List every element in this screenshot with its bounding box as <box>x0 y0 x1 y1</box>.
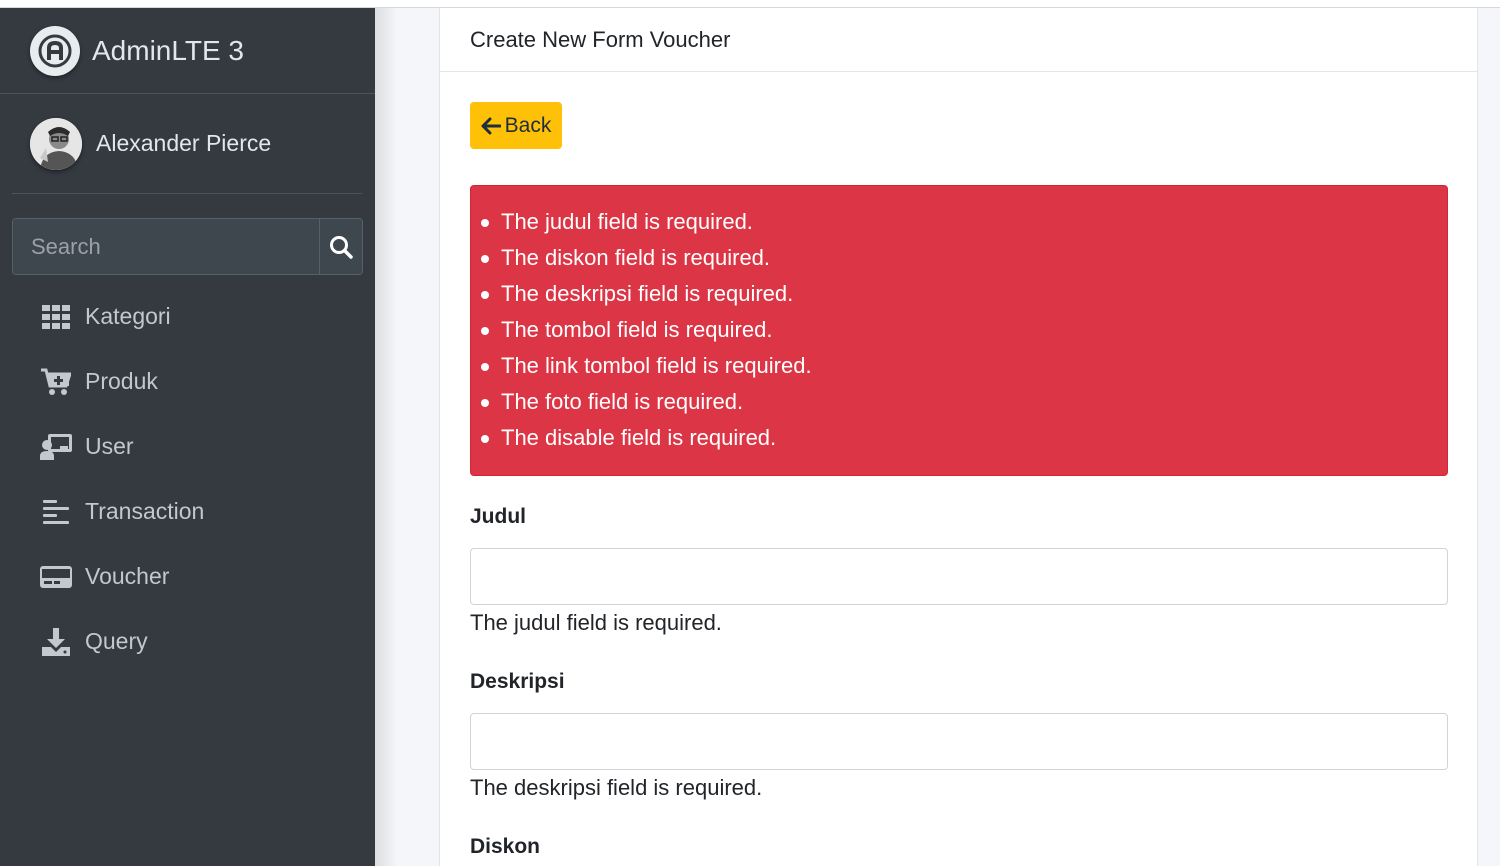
error-item: The deskripsi field is required. <box>481 276 1447 312</box>
page-title: Create New Form Voucher <box>470 26 731 52</box>
align-left-icon <box>40 496 72 528</box>
sidebar-item-transaction[interactable]: Transaction <box>0 479 375 544</box>
credit-card-icon <box>40 561 72 593</box>
search-button[interactable] <box>319 219 362 274</box>
grid-icon <box>40 301 72 333</box>
sidebar-item-query[interactable]: Query <box>0 609 375 674</box>
back-button-label: Back <box>504 113 552 137</box>
sidebar-item-label: Voucher <box>85 563 170 589</box>
sidebar-shadow <box>375 8 397 866</box>
top-border <box>0 0 1500 8</box>
sidebar-item-voucher[interactable]: Voucher <box>0 544 375 609</box>
sidebar-item-kategori[interactable]: Kategori <box>0 284 375 349</box>
judul-error: The judul field is required. <box>470 610 722 635</box>
error-item: The link tombol field is required. <box>481 348 1447 384</box>
error-item: The foto field is required. <box>481 384 1447 420</box>
error-alert: The judul field is required. The diskon … <box>470 185 1448 476</box>
sidebar-item-label: Kategori <box>85 303 171 329</box>
error-item: The diskon field is required. <box>481 240 1447 276</box>
deskripsi-field[interactable] <box>470 713 1448 770</box>
user-name: Alexander Pierce <box>96 130 272 156</box>
error-item: The disable field is required. <box>481 420 1447 456</box>
user-panel[interactable]: Alexander Pierce <box>12 94 362 194</box>
chalkboard-user-icon <box>40 431 72 463</box>
deskripsi-label: Deskripsi <box>470 670 565 693</box>
error-list: The judul field is required. The diskon … <box>481 204 1447 456</box>
form-card: Create New Form Voucher Back The judul f… <box>439 8 1478 866</box>
search-input[interactable] <box>13 219 319 274</box>
judul-field[interactable] <box>470 548 1448 605</box>
error-item: The judul field is required. <box>481 204 1447 240</box>
sidebar-item-produk[interactable]: Produk <box>0 349 375 414</box>
sidebar-search <box>12 218 363 275</box>
cart-plus-icon <box>40 366 72 398</box>
card-header: Create New Form Voucher <box>440 8 1477 72</box>
deskripsi-error: The deskripsi field is required. <box>470 775 763 800</box>
brand-text: AdminLTE 3 <box>92 34 244 66</box>
error-item: The tombol field is required. <box>481 312 1447 348</box>
diskon-label: Diskon <box>470 835 541 858</box>
arrow-left-icon <box>481 117 501 134</box>
sidebar-item-user[interactable]: User <box>0 414 375 479</box>
avatar <box>30 117 82 170</box>
sidebar-item-label: Transaction <box>85 498 205 524</box>
brand-link[interactable]: AdminLTE 3 <box>0 8 375 94</box>
search-icon <box>330 235 353 259</box>
sidebar-item-label: Query <box>85 628 148 654</box>
sidebar: AdminLTE 3 Alexander Pierce Search Kateg… <box>0 8 375 866</box>
brand-logo-icon <box>30 25 80 76</box>
judul-label: Judul <box>470 505 526 528</box>
sidebar-item-label: Produk <box>85 368 158 394</box>
sidebar-nav: Kategori Produk User Transaction Voucher… <box>0 284 375 674</box>
back-button[interactable]: Back <box>470 102 562 149</box>
sidebar-item-label: User <box>85 433 134 459</box>
download-icon <box>40 626 72 658</box>
